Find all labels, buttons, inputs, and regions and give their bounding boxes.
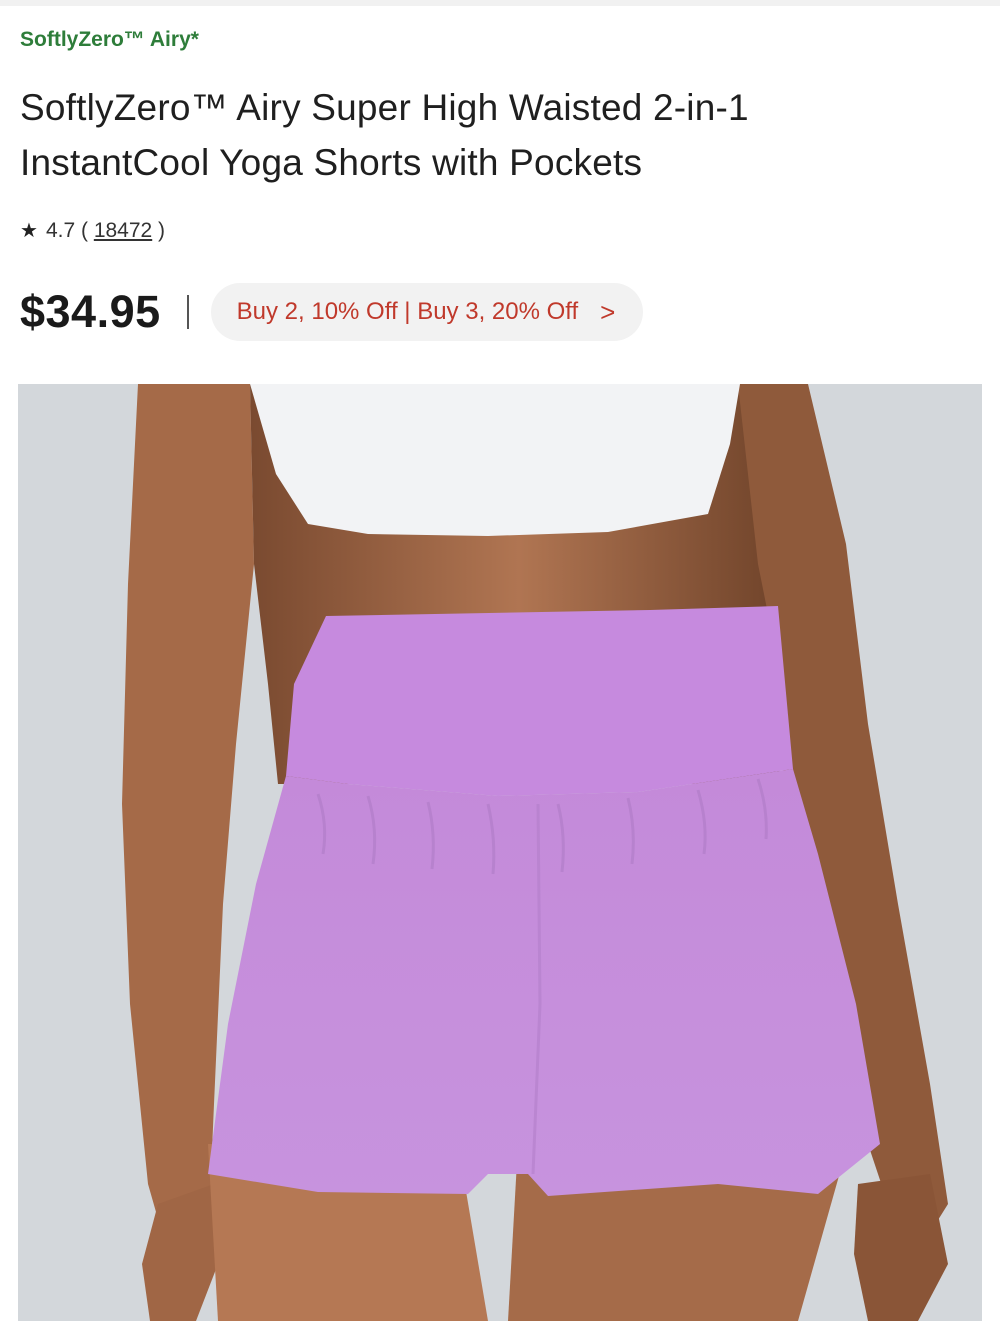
promo-button[interactable]: Buy 2, 10% Off | Buy 3, 20% Off > <box>210 283 644 341</box>
price: $34.95 <box>20 286 161 337</box>
review-paren-close: ) <box>152 218 166 242</box>
review-paren-open: ( <box>75 218 94 242</box>
promo-label: Buy 2, 10% Off | Buy 3, 20% Off <box>236 298 579 325</box>
chevron-right-icon: > <box>600 296 616 327</box>
price-row: $34.95 Buy 2, 10% Off | Buy 3, 20% Off > <box>20 282 644 342</box>
rating-value: 4.7 <box>45 218 76 242</box>
product-title: SoftlyZero™ Airy Super High Waisted 2-in… <box>20 87 749 183</box>
review-count-link[interactable]: 18472 <box>94 219 152 243</box>
top-bar <box>0 0 1000 6</box>
divider <box>186 295 189 329</box>
product-photo <box>18 384 982 1321</box>
rating-row[interactable]: ★ 4.7 ( 18472 ) <box>20 218 165 243</box>
product-image[interactable] <box>18 384 982 1321</box>
star-icon: ★ <box>20 220 38 242</box>
collection-link[interactable]: SoftlyZero™ Airy* <box>20 28 199 52</box>
